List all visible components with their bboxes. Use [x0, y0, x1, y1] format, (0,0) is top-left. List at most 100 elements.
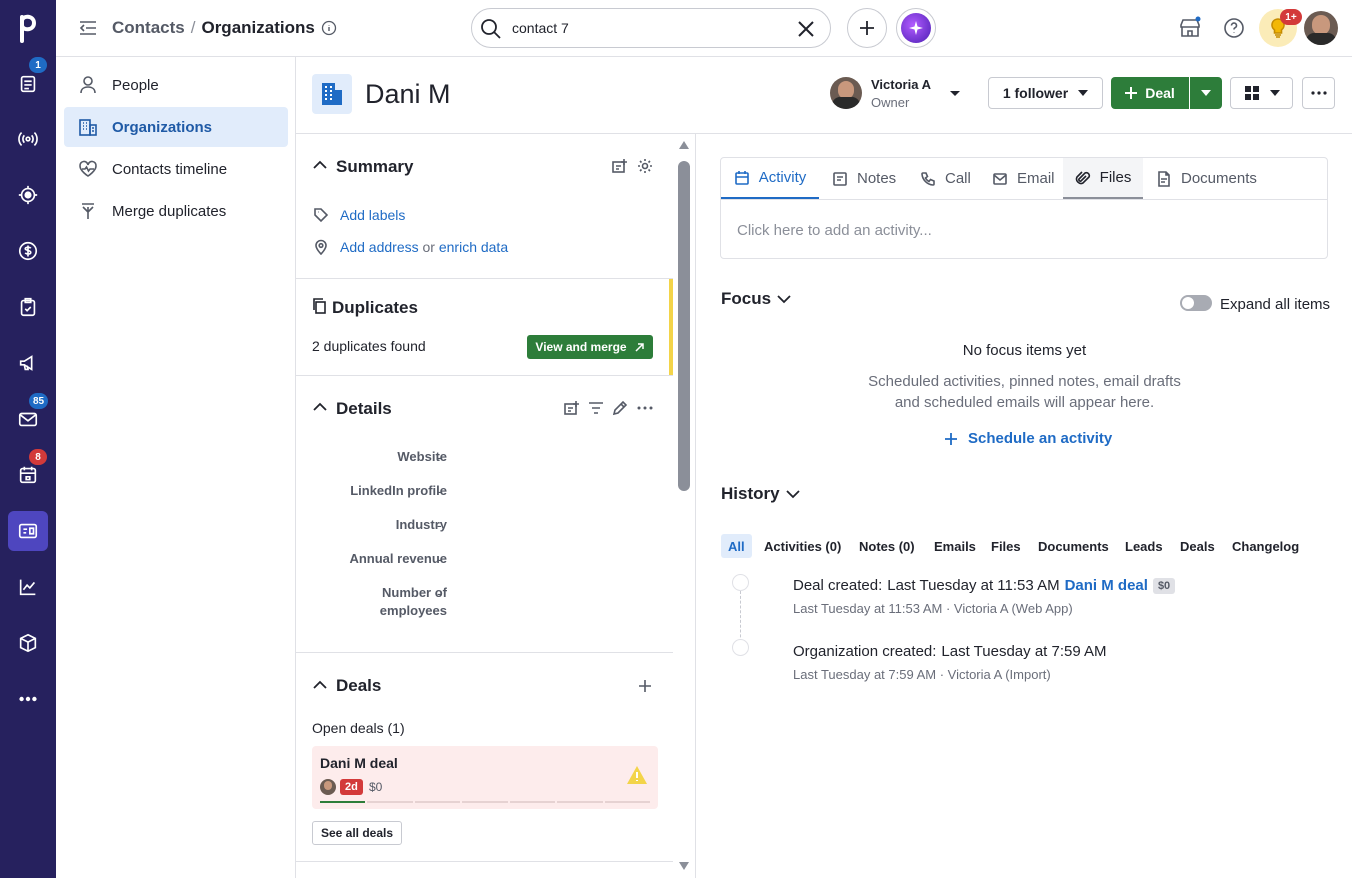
field-value-website[interactable]: -: [437, 449, 442, 465]
collapse-details-icon[interactable]: [313, 402, 327, 411]
add-activity-input[interactable]: Click here to add an activity...: [737, 222, 932, 239]
add-deal-button[interactable]: Deal: [1111, 77, 1189, 109]
campaigns-megaphone-icon[interactable]: [8, 343, 48, 383]
target-icon[interactable]: [8, 175, 48, 215]
collapse-deals-icon[interactable]: [313, 680, 327, 689]
broadcast-icon[interactable]: [8, 119, 48, 159]
info-icon[interactable]: [321, 20, 337, 36]
history-filter-changelog[interactable]: Changelog: [1225, 534, 1306, 558]
sidebar-item-label: Contacts timeline: [112, 160, 228, 178]
tab-files[interactable]: Files: [1063, 158, 1143, 199]
tab-call[interactable]: Call: [920, 158, 971, 199]
ellipsis-icon: [1310, 91, 1327, 95]
field-value-employees[interactable]: -: [437, 585, 442, 601]
activity-composer: Activity Notes Call Email Files Document…: [720, 157, 1328, 259]
scroll-up-arrow-icon[interactable]: [678, 140, 690, 150]
view-and-merge-button[interactable]: View and merge: [527, 335, 653, 359]
contacts-card-icon[interactable]: [8, 511, 48, 551]
breadcrumb-contacts[interactable]: Contacts: [112, 18, 185, 38]
field-value-annual-revenue[interactable]: -: [437, 551, 442, 567]
tab-activity[interactable]: Activity: [721, 158, 819, 199]
ai-assistant-button[interactable]: [896, 8, 936, 48]
grid-icon: [1244, 86, 1259, 100]
history-filter-notes[interactable]: Notes (0): [852, 534, 922, 558]
expand-all-toggle[interactable]: [1180, 295, 1212, 311]
history-filter-emails[interactable]: Emails: [927, 534, 983, 558]
add-field-icon[interactable]: [612, 158, 628, 174]
history-filter-files[interactable]: Files: [984, 534, 1028, 558]
external-arrow-icon: [635, 342, 644, 352]
quick-add-button[interactable]: [847, 8, 887, 48]
focus-toggle[interactable]: Focus: [721, 289, 791, 309]
settings-gear-icon[interactable]: [637, 158, 653, 174]
deal-card-title[interactable]: Dani M deal: [320, 755, 398, 771]
divider: [296, 375, 673, 376]
deal-link[interactable]: Dani M deal: [1065, 577, 1148, 594]
schedule-activity-label: Schedule an activity: [968, 430, 1113, 447]
follower-button[interactable]: 1 follower: [988, 77, 1103, 109]
enrich-data-link[interactable]: enrich data: [439, 239, 508, 255]
location-pin-icon: [315, 239, 327, 255]
tab-label: Call: [945, 170, 971, 187]
deals-dollar-icon[interactable]: [8, 231, 48, 271]
field-label-linkedin: LinkedIn profile: [350, 483, 447, 498]
products-box-icon[interactable]: [8, 623, 48, 663]
history-toggle[interactable]: History: [721, 484, 800, 504]
tab-documents[interactable]: Documents: [1156, 158, 1257, 199]
scroll-down-arrow-icon[interactable]: [678, 861, 690, 871]
pipedrive-logo-icon[interactable]: [16, 11, 40, 43]
search-icon: [481, 19, 501, 39]
history-filter-deals[interactable]: Deals: [1173, 534, 1222, 558]
scrollbar-thumb[interactable]: [678, 161, 690, 491]
ellipsis-icon[interactable]: [637, 406, 653, 410]
history-filter-leads[interactable]: Leads: [1118, 534, 1170, 558]
tasks-clipboard-icon[interactable]: [8, 287, 48, 327]
deal-value: $0: [369, 780, 383, 794]
sidebar-item-merge-duplicates[interactable]: Merge duplicates: [64, 191, 288, 231]
filter-icon[interactable]: [588, 400, 604, 416]
plus-icon: [945, 432, 957, 445]
collapse-menu-icon[interactable]: [78, 18, 98, 38]
owner-avatar: [830, 77, 862, 109]
add-labels-link[interactable]: Add labels: [340, 207, 405, 223]
plus-icon: [860, 21, 874, 35]
edit-pencil-icon[interactable]: [612, 400, 628, 416]
deal-owner-avatar: [320, 779, 336, 795]
marketplace-icon[interactable]: [1178, 16, 1202, 40]
insights-chart-icon[interactable]: [8, 567, 48, 607]
see-all-deals-button[interactable]: See all deals: [312, 821, 402, 845]
deal-card[interactable]: Dani M deal 2d $0: [312, 746, 658, 809]
tab-notes[interactable]: Notes: [832, 158, 896, 199]
organization-name[interactable]: Dani M: [365, 79, 451, 110]
owner-dropdown-icon[interactable]: [949, 90, 961, 98]
breadcrumb-organizations: Organizations: [201, 18, 315, 37]
history-filter-documents[interactable]: Documents: [1031, 534, 1116, 558]
view-layout-button[interactable]: [1230, 77, 1293, 109]
leads-badge: 1: [29, 57, 47, 73]
schedule-activity-link[interactable]: Schedule an activity: [945, 430, 1112, 447]
field-value-industry[interactable]: -: [437, 517, 442, 533]
panel-scrollbar[interactable]: [673, 134, 695, 878]
history-filter-activities[interactable]: Activities (0): [757, 534, 848, 558]
history-filter-all[interactable]: All: [721, 534, 752, 558]
more-icon[interactable]: [8, 679, 48, 719]
label-tag-icon: [314, 208, 329, 223]
sidebar-item-people[interactable]: People: [64, 65, 288, 105]
sidebar-item-organizations[interactable]: Organizations: [64, 107, 288, 147]
add-deal-plus-icon[interactable]: [638, 679, 652, 693]
clear-search-icon[interactable]: [797, 20, 815, 38]
help-icon[interactable]: [1222, 16, 1246, 40]
sidebar-item-label: Organizations: [112, 118, 213, 136]
field-value-linkedin[interactable]: -: [437, 483, 442, 499]
add-field-icon[interactable]: [564, 400, 580, 416]
search-box[interactable]: contact 7: [471, 8, 831, 48]
more-actions-button[interactable]: [1302, 77, 1335, 109]
collapse-summary-icon[interactable]: [313, 160, 327, 169]
deal-options-button[interactable]: [1190, 77, 1222, 109]
owner-name[interactable]: Victoria A: [871, 77, 931, 92]
add-address-link[interactable]: Add address: [340, 239, 419, 255]
user-avatar[interactable]: [1304, 11, 1338, 45]
search-input[interactable]: contact 7: [512, 20, 569, 36]
tab-email[interactable]: Email: [992, 158, 1055, 199]
sidebar-item-contacts-timeline[interactable]: Contacts timeline: [64, 149, 288, 189]
